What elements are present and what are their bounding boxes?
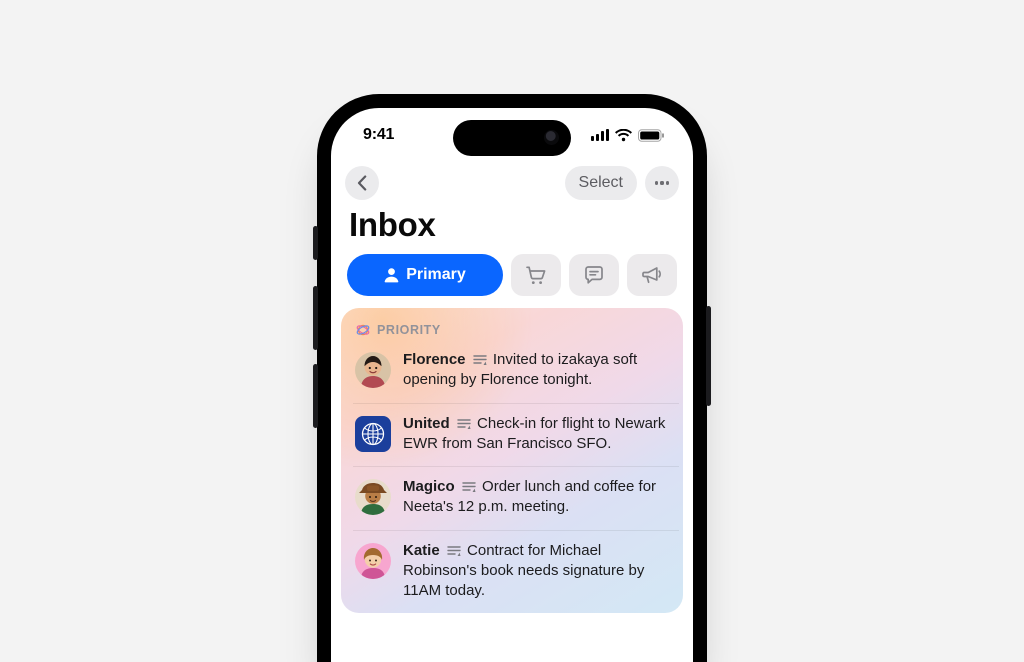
chat-icon — [584, 266, 604, 285]
tab-promotions[interactable] — [627, 254, 677, 296]
cellular-icon — [591, 129, 609, 142]
summary-icon — [473, 353, 487, 366]
page-title: Inbox — [331, 204, 693, 250]
priority-item-body: Magico Order lunch and coffee for Neeta'… — [403, 477, 673, 518]
apple-intelligence-icon — [355, 322, 371, 338]
cart-icon — [526, 266, 546, 285]
screen: 9:41 Sele — [331, 108, 693, 662]
sender-name: Florence — [403, 351, 466, 368]
summary-icon — [447, 544, 461, 557]
dynamic-island — [453, 120, 571, 156]
tab-transactions[interactable] — [511, 254, 561, 296]
sender-name: United — [403, 415, 450, 432]
priority-item-body: Katie Contract for Michael Robinson's bo… — [403, 541, 673, 602]
tab-primary-label: Primary — [406, 266, 466, 284]
more-button[interactable] — [645, 166, 679, 200]
avatar — [355, 352, 391, 388]
tab-primary[interactable]: Primary — [347, 254, 503, 296]
priority-item[interactable]: Florence Invited to izakaya soft opening… — [353, 348, 679, 403]
chevron-left-icon — [357, 175, 367, 191]
priority-item-body: Florence Invited to izakaya soft opening… — [403, 350, 673, 391]
priority-item-body: United Check-in for flight to Newark EWR… — [403, 414, 673, 455]
select-button[interactable]: Select — [565, 166, 637, 200]
avatar — [355, 416, 391, 452]
summary-icon — [462, 480, 476, 493]
avatar — [355, 543, 391, 579]
tab-updates[interactable] — [569, 254, 619, 296]
megaphone-icon — [642, 266, 662, 284]
wifi-icon — [615, 129, 632, 142]
category-row: Primary — [331, 250, 693, 308]
battery-icon — [638, 129, 665, 142]
avatar — [355, 479, 391, 515]
back-button[interactable] — [345, 166, 379, 200]
nav-row: Select — [331, 162, 693, 204]
status-time: 9:41 — [363, 126, 394, 144]
phone-side-button — [706, 306, 711, 406]
priority-item[interactable]: United Check-in for flight to Newark EWR… — [353, 403, 679, 467]
summary-icon — [457, 417, 471, 430]
phone-side-button — [313, 364, 318, 428]
sender-name: Magico — [403, 478, 455, 495]
priority-item[interactable]: Katie Contract for Michael Robinson's bo… — [353, 530, 679, 614]
summary-text: Contract for Michael Robinson's book nee… — [403, 542, 644, 600]
phone-side-button — [313, 226, 318, 260]
phone-side-button — [313, 286, 318, 350]
select-button-label: Select — [579, 174, 623, 192]
person-icon — [384, 267, 399, 283]
sender-name: Katie — [403, 542, 440, 559]
priority-label: PRIORITY — [377, 323, 441, 337]
ellipsis-icon — [655, 181, 658, 184]
phone-frame: 9:41 Sele — [317, 94, 707, 662]
priority-item[interactable]: Magico Order lunch and coffee for Neeta'… — [353, 466, 679, 530]
priority-card: PRIORITY Florence Invited to izakaya sof… — [341, 308, 683, 613]
